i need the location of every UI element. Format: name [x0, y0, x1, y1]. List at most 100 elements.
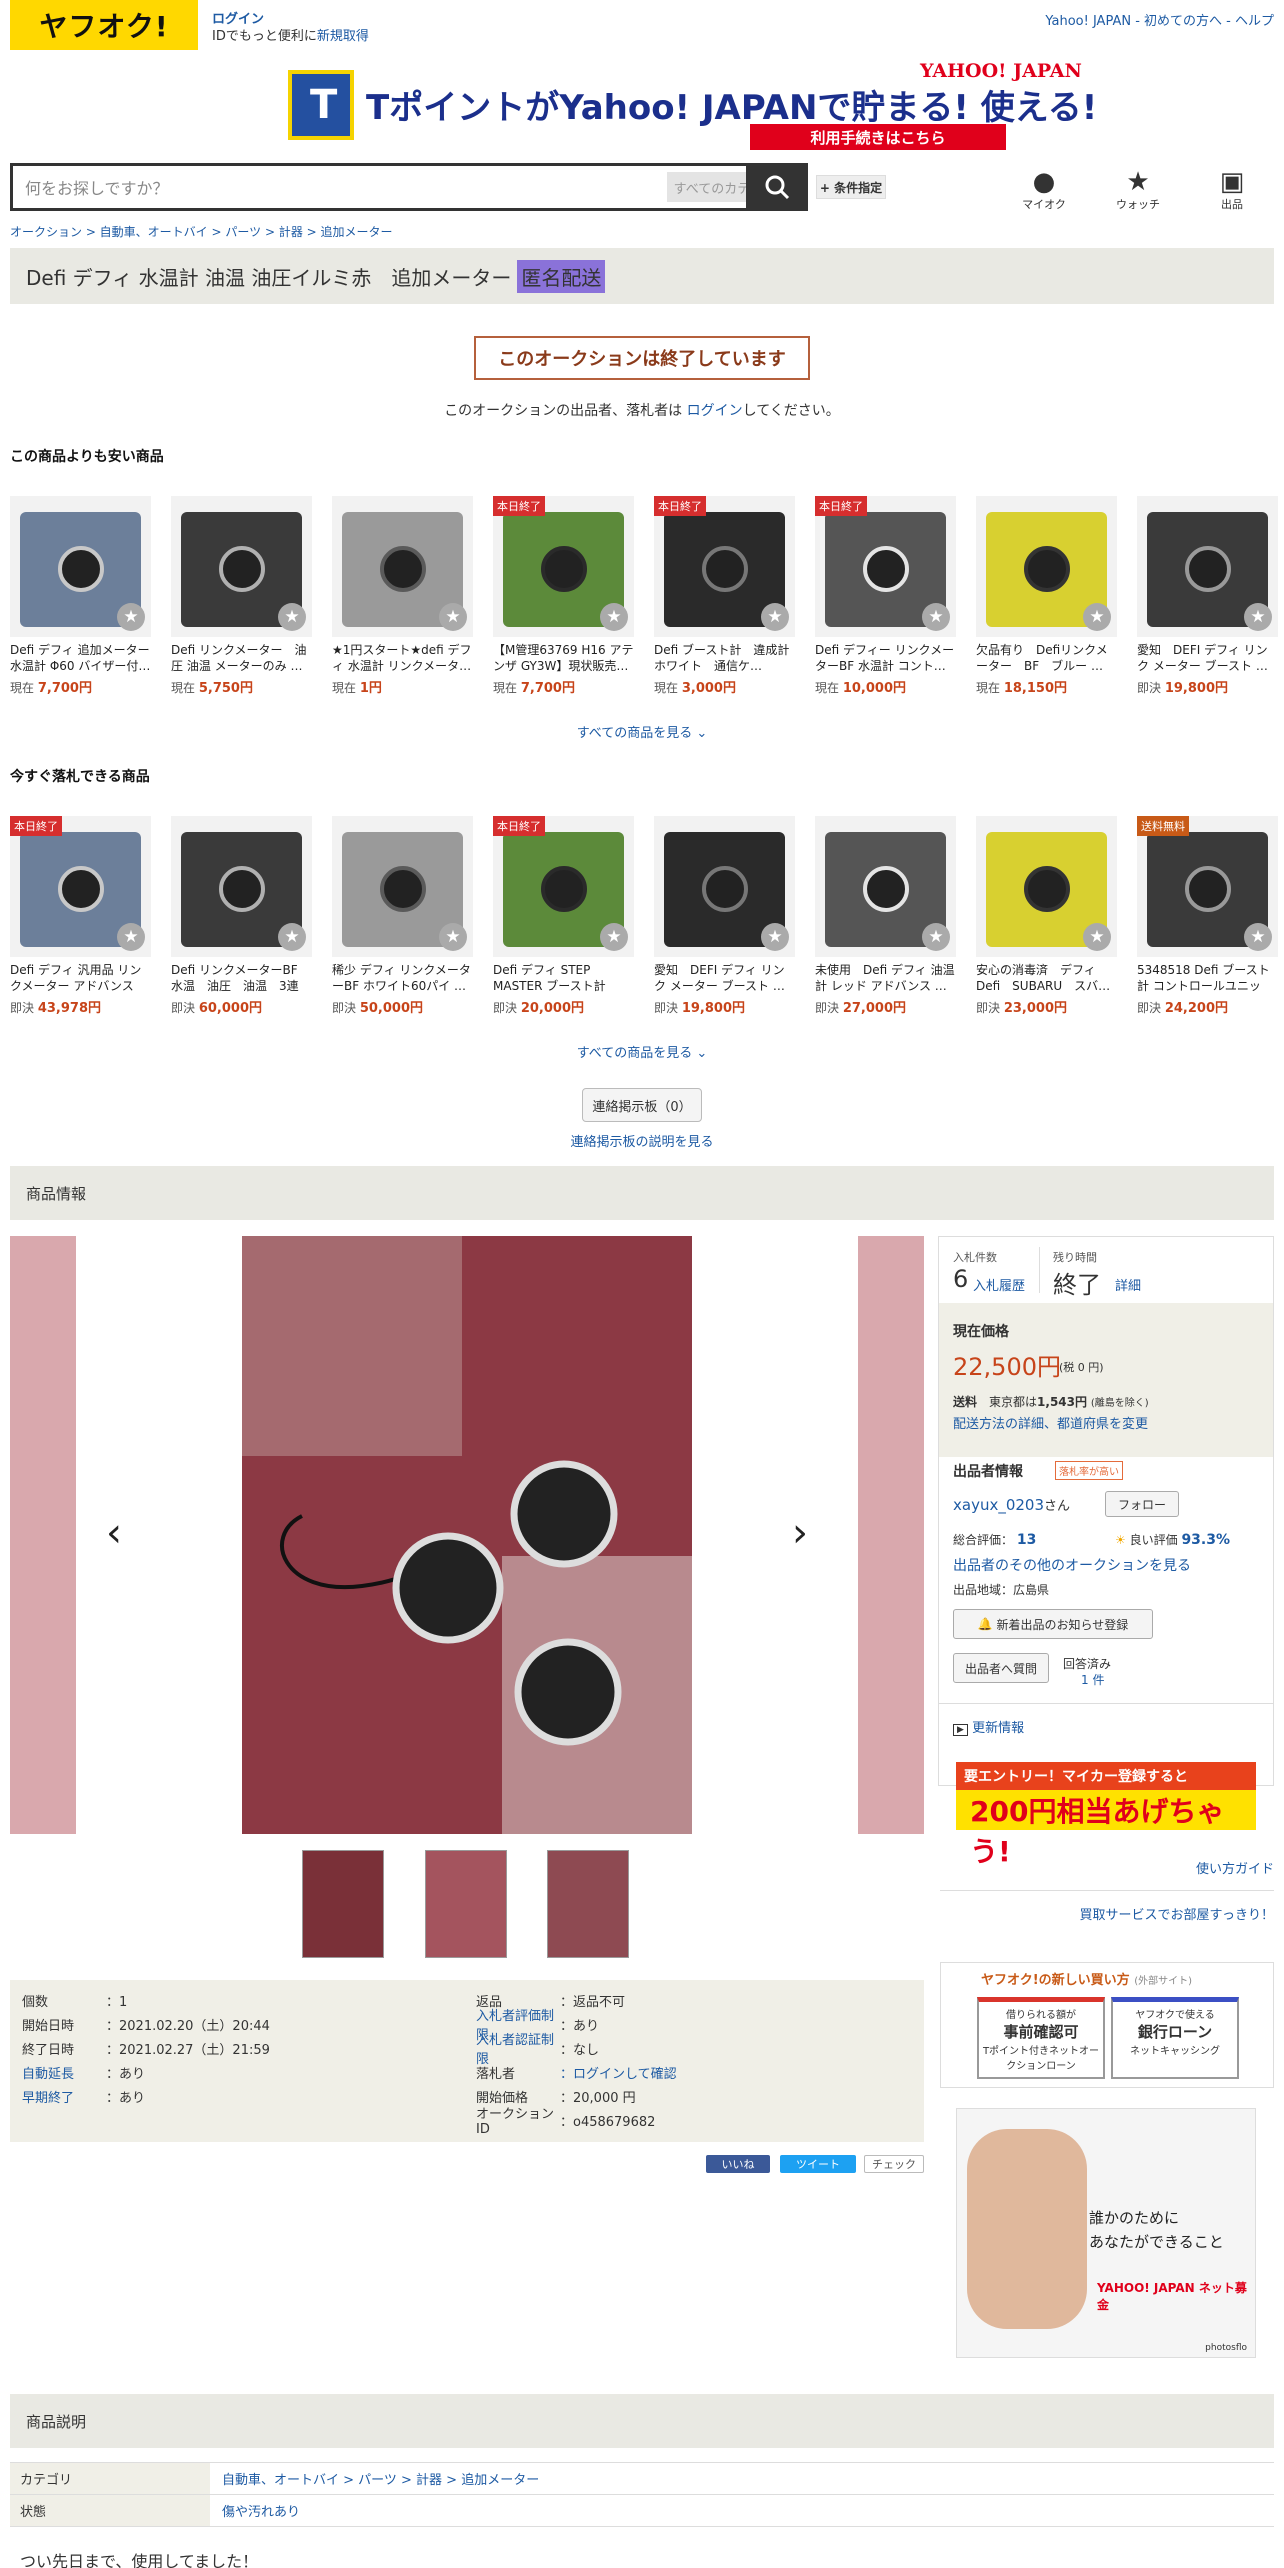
- product-image[interactable]: 本日終了 ★: [10, 816, 151, 957]
- cheaper-more-link[interactable]: すべての商品を見る ⌄: [0, 722, 1284, 741]
- watch-star-icon[interactable]: ★: [117, 923, 145, 951]
- product-image[interactable]: ★: [976, 816, 1117, 957]
- nav-sell[interactable]: ▣ 出品: [1202, 168, 1262, 212]
- product-image[interactable]: 本日終了 ★: [493, 496, 634, 637]
- watch-star-icon[interactable]: ★: [278, 603, 306, 631]
- thumbnail-2[interactable]: [425, 1850, 507, 1958]
- product-image[interactable]: ★: [171, 816, 312, 957]
- watch-star-icon[interactable]: ★: [922, 603, 950, 631]
- product-card[interactable]: 本日終了 ★ Defi デフィー リンクメーターBF 水温計 コント… 現在 10,0…: [815, 496, 956, 696]
- next-arrow-icon[interactable]: ›: [792, 1510, 808, 1556]
- product-card[interactable]: 本日終了 ★ Defi デフィ STEP MASTER ブースト計 52Φ ブル… 即…: [493, 816, 634, 1016]
- other-auctions-link[interactable]: 出品者のその他のオークションを見る: [953, 1555, 1191, 1575]
- product-card[interactable]: ★ 未使用 Defi デフィ 油温計 レッド アドバンス … 即決 27,000円: [815, 816, 956, 1016]
- product-image[interactable]: ★: [976, 496, 1117, 637]
- prev-arrow-icon[interactable]: ‹: [106, 1510, 122, 1556]
- product-name[interactable]: Defi デフィ 追加メーター 水温計 Φ60 バイザー付…: [10, 642, 151, 674]
- product-image[interactable]: ★: [1137, 496, 1278, 637]
- product-card[interactable]: ★ Defi デフィ 追加メーター 水温計 Φ60 バイザー付… 現在 7,700円: [10, 496, 151, 696]
- watch-star-icon[interactable]: ★: [278, 923, 306, 951]
- product-image[interactable]: ★: [332, 496, 473, 637]
- prev-image-peek[interactable]: [10, 1236, 76, 1834]
- product-image[interactable]: 本日終了 ★: [654, 496, 795, 637]
- product-name[interactable]: Defi デフィー リンクメーターBF 水温計 コント…: [815, 642, 956, 674]
- product-card[interactable]: ★ Defi リンクメーター 油圧 油温 メーターのみ … 現在 5,750円: [171, 496, 312, 696]
- detail-value[interactable]: ：ログインして確認: [560, 2063, 677, 2082]
- detail-key[interactable]: 自動延長: [22, 2063, 106, 2082]
- product-name[interactable]: ★1円スタート★defi デフィ 水温計 リンクメータ…: [332, 642, 473, 674]
- product-name[interactable]: Defi ブースト計 違成計 ホワイト 通信ケ…: [654, 642, 795, 674]
- mycar-promo-banner[interactable]: 要エントリー！マイカー登録すると 200円相当あげちゃう!: [956, 1762, 1256, 1868]
- charity-ad[interactable]: 誰かのために あなたができること YAHOO! JAPAN ネット募金 phot…: [956, 2108, 1256, 2358]
- ended-login-link[interactable]: ログイン: [687, 403, 743, 419]
- nav-watch[interactable]: ★ ウォッチ: [1108, 168, 1168, 212]
- watch-star-icon[interactable]: ★: [1083, 603, 1111, 631]
- product-card[interactable]: ★ 稀少 デフィ リンクメーターBF ホワイト60パイ … 即決 50,000円: [332, 816, 473, 1016]
- yahuoku-logo[interactable]: ヤフオク!: [10, 0, 198, 50]
- loan-option-b[interactable]: ヤフオクで使える 銀行ローン ネットキャッシング: [1111, 1997, 1239, 2079]
- watch-star-icon[interactable]: ★: [1244, 923, 1272, 951]
- product-image[interactable]: ★: [654, 816, 795, 957]
- guide-link[interactable]: 使い方ガイド: [1196, 1858, 1274, 1877]
- register-link[interactable]: 新規取得: [317, 29, 369, 44]
- update-info-row[interactable]: ▶ 更新情報: [953, 1717, 1024, 1736]
- product-image[interactable]: 本日終了 ★: [493, 816, 634, 957]
- watch-star-icon[interactable]: ★: [117, 603, 145, 631]
- product-card[interactable]: 送料無料 ★ 5348518 Defi ブースト計 コントロールユニット… 即決 24…: [1137, 816, 1278, 1016]
- watch-star-icon[interactable]: ★: [439, 923, 467, 951]
- check-button[interactable]: チェック: [864, 2155, 924, 2173]
- watch-star-icon[interactable]: ★: [1083, 923, 1111, 951]
- product-image[interactable]: 本日終了 ★: [815, 496, 956, 637]
- product-card[interactable]: 本日終了 ★ Defi デフィ 汎用品 リンクメーター アドバンス B… 即決 43,…: [10, 816, 151, 1016]
- watch-star-icon[interactable]: ★: [600, 923, 628, 951]
- banner-headline[interactable]: TポイントがYahoo! JAPANで貯まる! 使える!: [366, 80, 1097, 129]
- desc-value[interactable]: 自動車、オートバイ > パーツ > 計器 > 追加メーター: [210, 2463, 1274, 2494]
- product-card[interactable]: 本日終了 ★ Defi ブースト計 違成計 ホワイト 通信ケ… 現在 3,000円: [654, 496, 795, 696]
- detail-key[interactable]: 入札者認証制限: [476, 2029, 560, 2067]
- product-image[interactable]: ★: [332, 816, 473, 957]
- watch-star-icon[interactable]: ★: [922, 923, 950, 951]
- product-card[interactable]: ★ Defi リンクメーターBF 水温 油圧 油温 3連メ… 即決 60,000円: [171, 816, 312, 1016]
- seller-name-link[interactable]: xayux_0203: [953, 1496, 1044, 1514]
- product-card[interactable]: ★ 愛知 DEFI デフィ リンク メーター ブースト … 即決 19,800円: [654, 816, 795, 1016]
- desc-value[interactable]: 傷や汚れあり: [210, 2495, 1274, 2526]
- thumbnail-3[interactable]: [547, 1850, 629, 1958]
- answered-count-link[interactable]: 1 件: [1081, 1671, 1104, 1688]
- thumbnail-1[interactable]: [302, 1850, 384, 1958]
- watch-star-icon[interactable]: ★: [1244, 603, 1272, 631]
- product-image[interactable]: ★: [171, 496, 312, 637]
- product-name[interactable]: Defi デフィ 汎用品 リンクメーター アドバンス B…: [10, 962, 151, 994]
- search-input[interactable]: 何をお探しですか？: [25, 175, 667, 199]
- product-card[interactable]: ★ 安心の消毒済 デフィ Defi SUBARU スバ… 即決 23,000円: [976, 816, 1117, 1016]
- nav-myauction[interactable]: ● マイオク: [1014, 168, 1074, 212]
- breadcrumb[interactable]: オークション > 自動車、オートバイ > パーツ > 計器 > 追加メーター: [10, 223, 393, 240]
- product-name[interactable]: 安心の消毒済 デフィ Defi SUBARU スバ…: [976, 962, 1117, 994]
- time-detail-link[interactable]: 詳細: [1115, 1275, 1141, 1294]
- product-image[interactable]: ★: [815, 816, 956, 957]
- watch-star-icon[interactable]: ★: [600, 603, 628, 631]
- follow-button[interactable]: フォロー: [1105, 1491, 1179, 1517]
- watch-star-icon[interactable]: ★: [439, 603, 467, 631]
- buy-service-link[interactable]: 買取サービスでお部屋すっきり！: [1080, 1904, 1274, 1923]
- tweet-button[interactable]: ツイート: [780, 2155, 856, 2173]
- product-name[interactable]: Defi デフィ STEP MASTER ブースト計 52Φ ブル…: [493, 962, 634, 994]
- main-product-image[interactable]: [242, 1236, 692, 1834]
- product-name[interactable]: 欠品有り Defiリンクメーター BF ブルー …: [976, 642, 1117, 674]
- product-name[interactable]: 5348518 Defi ブースト計 コントロールユニット…: [1137, 962, 1278, 994]
- product-image[interactable]: ★: [10, 496, 151, 637]
- watch-star-icon[interactable]: ★: [761, 603, 789, 631]
- loan-option-a[interactable]: 借りられる額が 事前確認可 Tポイント付きネットオークションローン: [977, 1997, 1105, 2079]
- product-card[interactable]: ★ 愛知 DEFI デフィ リンク メーター ブースト … 即決 19,800円: [1137, 496, 1278, 696]
- product-name[interactable]: 【M管理63769 H16 アテンザ GY3W】現状販売…: [493, 642, 634, 674]
- product-name[interactable]: Defi リンクメーター 油圧 油温 メーターのみ …: [171, 642, 312, 674]
- product-card[interactable]: ★ ★1円スタート★defi デフィ 水温計 リンクメータ… 現在 1円: [332, 496, 473, 696]
- buynow-more-link[interactable]: すべての商品を見る ⌄: [0, 1042, 1284, 1061]
- bbs-help-link[interactable]: 連絡掲示板の説明を見る: [0, 1131, 1284, 1150]
- bid-history-link[interactable]: 入札履歴: [973, 1275, 1025, 1294]
- facebook-like-button[interactable]: いいね: [706, 2155, 770, 2173]
- product-name[interactable]: 愛知 DEFI デフィ リンク メーター ブースト …: [1137, 642, 1278, 674]
- bbs-button[interactable]: 連絡掲示板（0）: [582, 1088, 702, 1122]
- product-name[interactable]: 未使用 Defi デフィ 油温計 レッド アドバンス …: [815, 962, 956, 994]
- search-button[interactable]: [746, 163, 808, 211]
- product-card[interactable]: 本日終了 ★ 【M管理63769 H16 アテンザ GY3W】現状販売… 現在 7,7…: [493, 496, 634, 696]
